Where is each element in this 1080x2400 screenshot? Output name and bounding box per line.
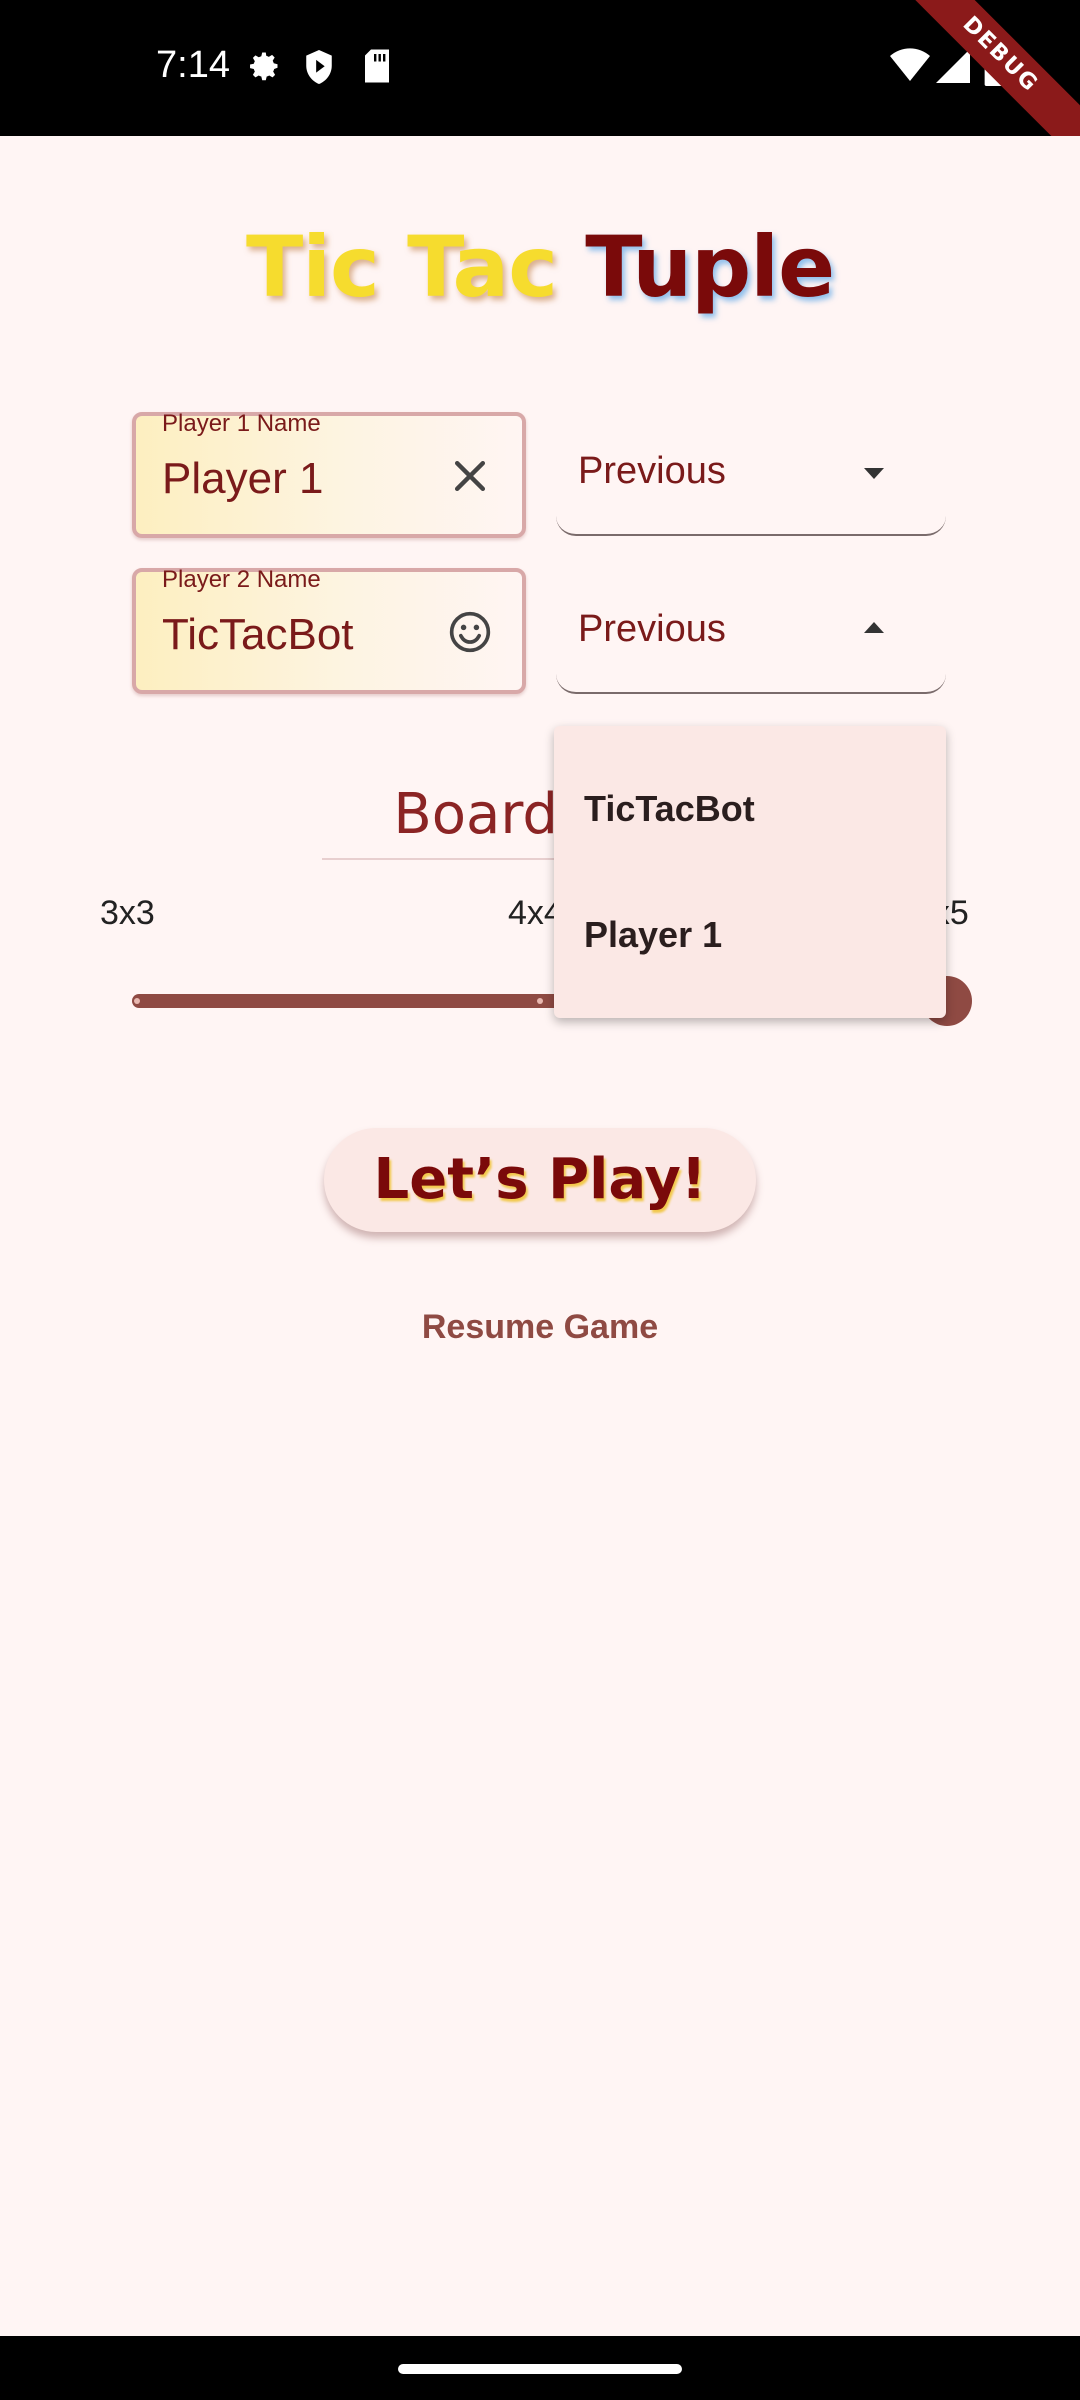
menu-item-tictacbot[interactable]: TicTacBot [584, 788, 755, 830]
dropdown2-label: Previous [578, 608, 726, 650]
slider-tick-dot [537, 998, 543, 1004]
shield-icon [306, 50, 332, 84]
dropdown1-label: Previous [578, 450, 726, 492]
wifi-icon [890, 48, 930, 81]
chevron-down-icon [864, 468, 884, 479]
player2-name-field[interactable]: Player 2 Name TicTacBot [132, 566, 526, 694]
clear-icon[interactable] [448, 454, 492, 498]
player2-name-input[interactable]: TicTacBot [162, 610, 354, 660]
player1-name-field[interactable]: Player 1 Name Player 1 [132, 410, 526, 538]
tick-label-3x3: 3x3 [100, 894, 155, 932]
status-time: 7:14 [156, 44, 230, 86]
title-part-1: Tic Tac [245, 218, 586, 316]
lets-play-button[interactable]: Let’s Play! [324, 1128, 756, 1232]
player2-name-label: Player 2 Name [162, 566, 321, 593]
player1-name-input[interactable]: Player 1 [162, 454, 323, 504]
slider-tick-dot [134, 998, 140, 1004]
resume-game-button[interactable]: Resume Game [340, 1308, 740, 1347]
player1-name-label: Player 1 Name [162, 410, 321, 437]
sd-card-icon [365, 49, 389, 83]
status-bar: 7:14 DEBUG [0, 0, 1080, 136]
dropdown-menu: TicTacBot Player 1 [554, 726, 946, 1018]
player2-previous-dropdown[interactable]: Previous [556, 570, 946, 694]
app-title: Tic Tac Tuple [0, 218, 1080, 316]
smiley-icon[interactable] [448, 610, 492, 654]
title-part-2: Tuple [585, 218, 835, 316]
signal-icon [936, 49, 970, 83]
menu-item-player1[interactable]: Player 1 [584, 914, 722, 956]
settings-icon [250, 52, 278, 81]
home-gesture-handle[interactable] [398, 2364, 682, 2374]
chevron-up-icon [864, 622, 884, 633]
player1-previous-dropdown[interactable]: Previous [556, 412, 946, 536]
